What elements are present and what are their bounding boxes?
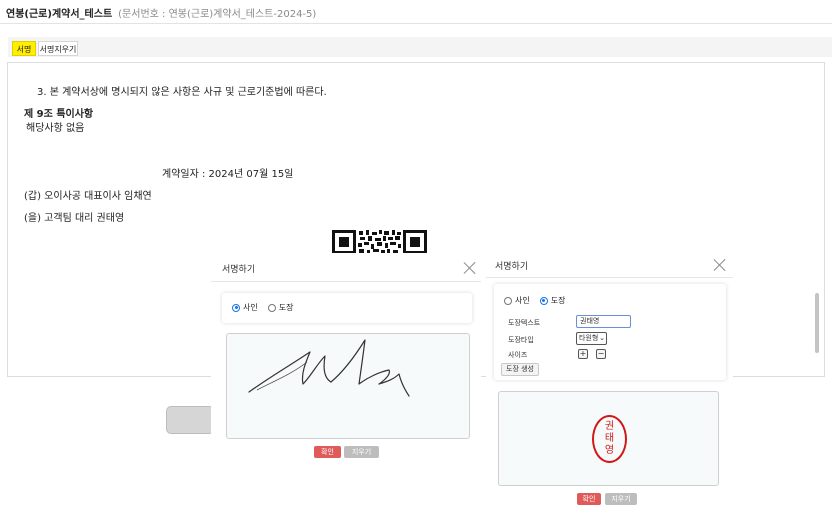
radio-sign-label: 사인 bbox=[243, 303, 258, 312]
close-icon[interactable] bbox=[463, 261, 477, 275]
radio-stamp-label: 도장 bbox=[278, 303, 294, 312]
stamp-clear-button[interactable]: 지우기 bbox=[605, 493, 637, 505]
sign-type-radio-group: 사인 도장 bbox=[232, 302, 303, 313]
tab-sign[interactable]: 서명 bbox=[12, 41, 36, 56]
sign-clear-button[interactable]: 지우기 bbox=[344, 446, 379, 458]
sign-modal-divider bbox=[211, 281, 481, 282]
stamp-char-2: 태 bbox=[604, 433, 615, 444]
sign-option-panel: 사인 도장 bbox=[222, 293, 472, 323]
stamp-option-panel: 사인 도장 도장텍스트 권태영 도장타입 타원형 ⌄ 사이즈 + − 도장 생성 bbox=[494, 284, 726, 380]
doc-number: (문서번호 : 연봉(근로)계약서_테스트-2024-5) bbox=[118, 9, 317, 20]
doc-title: 연봉(근로)계약서_테스트 bbox=[6, 9, 113, 20]
stamp-text-label: 도장텍스트 bbox=[508, 319, 541, 327]
party-a: (갑) 오이사공 대표이사 임채연 bbox=[24, 191, 152, 202]
signature-canvas[interactable] bbox=[226, 333, 470, 439]
sign-confirm-button[interactable]: 확인 bbox=[314, 446, 341, 458]
size-label: 사이즈 bbox=[508, 351, 528, 359]
contract-date: 계약일자 : 2024년 07월 15일 bbox=[162, 169, 294, 180]
stamp-type-value: 타원형 bbox=[579, 334, 599, 342]
stamp-type-radio-group: 사인 도장 bbox=[504, 295, 575, 306]
radio-stamp-label: 도장 bbox=[550, 296, 566, 305]
close-icon[interactable] bbox=[713, 258, 727, 272]
stamp-type-label: 도장타입 bbox=[508, 336, 534, 344]
page-title: 연봉(근로)계약서_테스트 (문서번호 : 연봉(근로)계약서_테스트-2024-… bbox=[6, 5, 316, 20]
size-plus-button[interactable]: + bbox=[578, 349, 588, 359]
stamp-char-3: 영 bbox=[604, 445, 615, 456]
article-9-body: 해당사항 없음 bbox=[26, 123, 85, 134]
stamp-modal: 서명하기 사인 도장 도장텍스트 권태영 도장타입 타원형 ⌄ 사이즈 + − 도… bbox=[486, 251, 733, 515]
stamp-modal-divider bbox=[486, 277, 733, 278]
stamp-seal: 권 태 영 bbox=[592, 415, 627, 463]
qr-code-icon bbox=[332, 230, 427, 254]
radio-stamp[interactable] bbox=[539, 296, 548, 305]
article-9-title: 제 9조 특이사항 bbox=[24, 109, 94, 120]
radio-sign[interactable] bbox=[232, 303, 240, 312]
chevron-down-icon: ⌄ bbox=[599, 334, 605, 342]
stamp-modal-title: 서명하기 bbox=[495, 262, 529, 272]
stamp-text-input[interactable]: 권태영 bbox=[576, 315, 631, 328]
generate-stamp-button[interactable]: 도장 생성 bbox=[501, 363, 539, 376]
party-b: (을) 고객팀 대리 권태영 bbox=[24, 213, 125, 224]
tab-bar: 서명 서명지우기 bbox=[8, 37, 832, 57]
signature-stroke bbox=[248, 339, 410, 397]
radio-stamp[interactable] bbox=[267, 303, 276, 312]
stamp-type-select[interactable]: 타원형 ⌄ bbox=[576, 332, 607, 345]
size-minus-button[interactable]: − bbox=[596, 349, 606, 359]
background-button[interactable] bbox=[166, 406, 214, 434]
clause-3: 3. 본 계약서상에 명시되지 않은 사항은 사규 및 근로기준법에 따른다. bbox=[37, 87, 327, 98]
sign-modal-title: 서명하기 bbox=[222, 265, 256, 275]
stamp-preview: 권 태 영 bbox=[498, 391, 719, 486]
document-scrollbar[interactable] bbox=[815, 293, 819, 353]
stamp-confirm-button[interactable]: 확인 bbox=[577, 493, 601, 505]
radio-sign-label: 사인 bbox=[515, 296, 530, 305]
sign-modal: 서명하기 사인 도장 확인 지우기 bbox=[211, 253, 481, 515]
radio-sign[interactable] bbox=[504, 296, 512, 305]
page-header: 연봉(근로)계약서_테스트 (문서번호 : 연봉(근로)계약서_테스트-2024-… bbox=[0, 0, 832, 24]
stamp-char-1: 권 bbox=[604, 421, 615, 432]
tab-clear-sign[interactable]: 서명지우기 bbox=[38, 41, 78, 56]
